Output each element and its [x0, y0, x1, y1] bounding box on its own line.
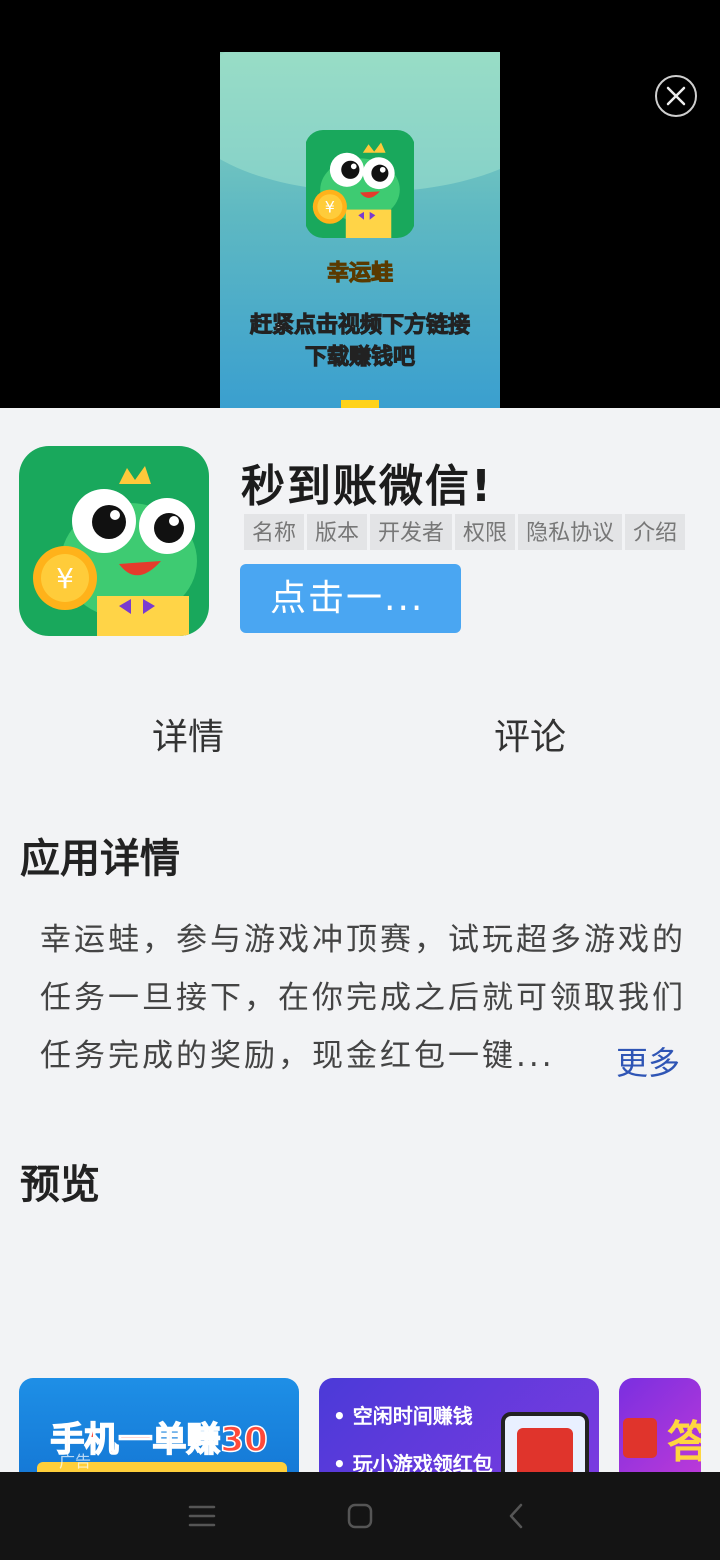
- tag-name[interactable]: 名称: [244, 514, 305, 550]
- video-player[interactable]: ¥ 幸运蛙 赶紧点击视频下方链接 下载赚钱吧: [0, 0, 720, 408]
- close-icon: [666, 86, 686, 106]
- svg-text:¥: ¥: [56, 562, 74, 595]
- install-button[interactable]: 点击一...: [240, 564, 461, 633]
- tag-version[interactable]: 版本: [307, 514, 368, 550]
- preview-card-line: • 玩小游戏领红包: [333, 1452, 493, 1472]
- video-app-name: 幸运蛙: [326, 261, 393, 287]
- preview-screenshot[interactable]: • 空闲时间赚钱 • 玩小游戏领红包: [319, 1378, 599, 1472]
- svg-text:¥: ¥: [325, 197, 335, 216]
- app-detail-panel: ¥ 秒到账微信! 名称 版本 开发者 权限 隐私协议 介绍 点击一... 详情 评论 应用…: [0, 408, 720, 1472]
- tag-privacy[interactable]: 隐私协议: [518, 514, 623, 550]
- down-arrow-icon: [341, 400, 379, 408]
- app-title: 秒到账微信!: [241, 461, 494, 512]
- video-frame[interactable]: ¥ 幸运蛙 赶紧点击视频下方链接 下载赚钱吧: [220, 52, 500, 408]
- menu-button[interactable]: [180, 1494, 224, 1538]
- description-line: 任务完成的奖励，现金红包一键...: [40, 1038, 555, 1074]
- video-frog-icon: ¥: [305, 130, 415, 238]
- preview-card-text: 答: [667, 1417, 701, 1468]
- menu-icon: [188, 1505, 216, 1527]
- ad-label: 广告: [59, 1452, 92, 1471]
- preview-screenshot[interactable]: 手机一单赚30 广告: [19, 1378, 299, 1472]
- app-description: 幸运蛙，参与游戏冲顶赛，试玩超多游戏的 任务一旦接下，在你完成之后就可领取我们 …: [40, 911, 685, 1085]
- app-icon: ¥: [19, 446, 209, 636]
- back-button[interactable]: [494, 1494, 538, 1538]
- preview-section-title: 预览: [20, 1162, 100, 1208]
- red-envelope-icon: [517, 1428, 573, 1472]
- tab-details[interactable]: 详情: [152, 708, 224, 760]
- home-icon: [347, 1503, 373, 1529]
- back-icon: [509, 1503, 523, 1529]
- video-caption: 赶紧点击视频下方链接 下载赚钱吧: [249, 313, 470, 371]
- more-link[interactable]: 更多: [616, 1038, 680, 1084]
- description-line: 任务一旦接下，在你完成之后就可领取我们: [40, 980, 685, 1016]
- close-button[interactable]: [655, 75, 697, 117]
- details-section-title: 应用详情: [20, 836, 180, 882]
- preview-card-line: • 空闲时间赚钱: [333, 1404, 473, 1428]
- home-button[interactable]: [338, 1494, 382, 1538]
- system-nav-bar: [0, 1472, 720, 1560]
- preview-screenshot[interactable]: 答: [619, 1378, 701, 1472]
- red-envelope-icon: [623, 1418, 657, 1458]
- tag-developer[interactable]: 开发者: [370, 514, 453, 550]
- tab-comments[interactable]: 评论: [494, 708, 566, 760]
- app-info-tags: 名称 版本 开发者 权限 隐私协议 介绍: [244, 514, 720, 550]
- description-line: 幸运蛙，参与游戏冲顶赛，试玩超多游戏的: [40, 922, 685, 958]
- tag-permissions[interactable]: 权限: [455, 514, 516, 550]
- tag-intro[interactable]: 介绍: [625, 514, 686, 550]
